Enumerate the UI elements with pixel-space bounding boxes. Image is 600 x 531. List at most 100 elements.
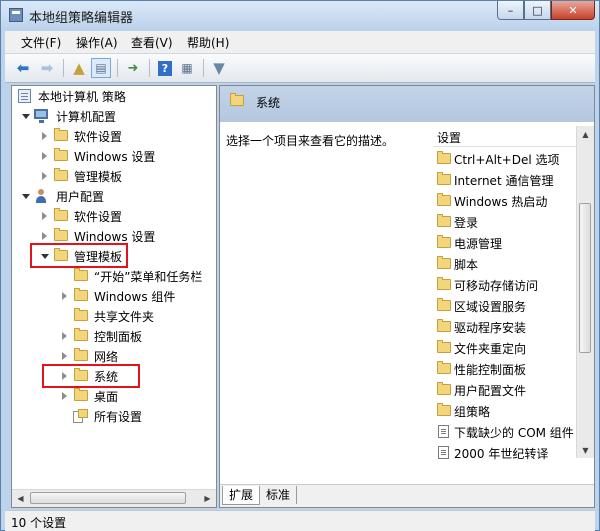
highlight-box-system	[42, 364, 140, 388]
all-settings-icon	[73, 409, 88, 423]
list-item[interactable]: 2000 年世纪转译	[433, 442, 579, 463]
policy-editor-icon	[9, 8, 23, 22]
list-item[interactable]: 驱动程序安装	[433, 316, 579, 337]
tree-item-control-panel[interactable]: 控制面板	[12, 326, 216, 346]
expand-arrow-icon[interactable]	[62, 392, 67, 400]
folder-icon	[74, 348, 88, 361]
expand-arrow-icon[interactable]	[42, 212, 47, 220]
scroll-thumb[interactable]	[30, 492, 186, 504]
column-header-settings[interactable]: 设置	[433, 126, 579, 147]
expand-arrow-icon[interactable]	[42, 152, 47, 160]
expand-arrow-icon[interactable]	[22, 114, 30, 119]
list-item[interactable]: 用户配置文件	[433, 379, 579, 400]
list-item-label: 驱动程序安装	[454, 321, 527, 335]
tree-item-all-settings[interactable]: 所有设置	[12, 406, 216, 426]
setting-document-icon	[438, 425, 449, 438]
list-item[interactable]: 登录	[433, 211, 579, 232]
scroll-left-icon[interactable]: ◀	[12, 490, 29, 506]
folder-icon	[437, 172, 451, 185]
close-button[interactable]: ✕	[551, 1, 595, 20]
scroll-right-icon[interactable]: ▶	[199, 490, 216, 506]
tree-item-windows-components[interactable]: Windows 组件	[12, 286, 216, 306]
tree-item-cc-software[interactable]: 软件设置	[12, 126, 202, 146]
list-item[interactable]: 可移动存储访问	[433, 274, 579, 295]
maximize-button[interactable]: □	[524, 1, 551, 20]
tree-item-computer-config[interactable]: 计算机配置	[12, 106, 202, 126]
expand-arrow-icon[interactable]	[62, 332, 67, 340]
list-item-label: 登录	[454, 216, 479, 230]
expand-arrow-icon[interactable]	[42, 172, 47, 180]
folder-icon	[54, 148, 68, 161]
tree-item-network[interactable]: 网络	[12, 346, 216, 366]
list-item[interactable]: 电源管理	[433, 232, 579, 253]
list-item[interactable]: 文件夹重定向	[433, 337, 579, 358]
menu-view[interactable]: 查看(V)	[131, 34, 173, 51]
help-icon[interactable]: ?	[155, 58, 175, 78]
list-item[interactable]: Ctrl+Alt+Del 选项	[433, 148, 579, 169]
tree-item-shared-folders[interactable]: 共享文件夹	[12, 306, 216, 326]
tree-item-desktop[interactable]: 桌面	[12, 386, 216, 406]
tree-label: 用户配置	[56, 190, 105, 204]
properties-icon[interactable]: ▦	[177, 58, 197, 78]
folder-icon	[74, 388, 88, 401]
expand-arrow-icon[interactable]	[42, 232, 47, 240]
menu-help[interactable]: 帮助(H)	[187, 34, 229, 51]
list-item[interactable]: 组策略	[433, 400, 579, 421]
list-item-label: 2000 年世纪转译	[454, 447, 549, 461]
show-hide-tree-icon[interactable]: ▤	[91, 58, 111, 78]
tree-horizontal-scrollbar[interactable]: ◀ ▶	[12, 489, 216, 507]
view-tabs: 扩展 标准	[220, 484, 594, 507]
up-folder-icon[interactable]: ▲	[69, 58, 89, 78]
expand-arrow-icon[interactable]	[22, 194, 30, 199]
list-item[interactable]: 下载缺少的 COM 组件	[433, 421, 579, 442]
menu-file[interactable]: 文件(F)	[21, 34, 61, 51]
list-item[interactable]: Internet 通信管理	[433, 169, 579, 190]
tree-item-cc-windows[interactable]: Windows 设置	[12, 146, 202, 166]
list-item[interactable]: 区域设置服务	[433, 295, 579, 316]
folder-icon	[437, 382, 451, 395]
tree-item-user-config[interactable]: 用户配置	[12, 186, 202, 206]
window-controls: – □ ✕	[497, 1, 595, 21]
scroll-up-icon[interactable]: ▲	[577, 126, 594, 142]
folder-icon	[437, 256, 451, 269]
list-item[interactable]: Windows 热启动	[433, 190, 579, 211]
export-list-icon[interactable]: ➜	[123, 58, 143, 78]
tree-label: 软件设置	[74, 130, 123, 144]
tab-extended[interactable]: 扩展	[222, 486, 261, 505]
highlight-box-admin-templates	[30, 243, 128, 268]
list-item-label: Windows 热启动	[454, 195, 548, 209]
tree-item-uc-software[interactable]: 软件设置	[12, 206, 202, 226]
folder-icon	[437, 193, 451, 206]
scroll-thumb[interactable]	[579, 203, 591, 353]
tree-item-cc-admin[interactable]: 管理模板	[12, 166, 202, 186]
settings-vertical-scrollbar[interactable]: ▲ ▼	[576, 126, 594, 458]
tree-label: 计算机配置	[56, 110, 117, 124]
minimize-button[interactable]: –	[497, 1, 524, 20]
list-item[interactable]: 性能控制面板	[433, 358, 579, 379]
filter-icon[interactable]: ▼	[209, 58, 229, 78]
menu-bar: 文件(F) 操作(A) 查看(V) 帮助(H)	[5, 31, 595, 53]
tree-label: 控制面板	[94, 330, 143, 344]
back-arrow-icon[interactable]: ⬅	[13, 58, 33, 78]
tree-item-start-menu[interactable]: “开始”菜单和任务栏	[12, 266, 216, 286]
folder-icon	[437, 403, 451, 416]
scroll-down-icon[interactable]: ▼	[577, 442, 594, 458]
forward-arrow-icon[interactable]: ➡	[37, 58, 57, 78]
tree-label: Windows 设置	[74, 150, 156, 164]
expand-arrow-icon[interactable]	[62, 292, 67, 300]
list-item[interactable]: 脚本	[433, 253, 579, 274]
menu-action[interactable]: 操作(A)	[76, 34, 118, 51]
list-item-label: 组策略	[454, 405, 491, 419]
title-bar[interactable]: 本地组策略编辑器 – □ ✕	[1, 1, 599, 29]
expand-arrow-icon[interactable]	[42, 132, 47, 140]
list-item-label: 用户配置文件	[454, 384, 527, 398]
tree-label: 软件设置	[74, 210, 123, 224]
list-item-label: 下载缺少的 COM 组件	[454, 426, 574, 440]
tab-standard[interactable]: 标准	[260, 486, 298, 504]
tree-item-root[interactable]: 本地计算机 策略	[16, 86, 196, 106]
folder-icon	[54, 228, 68, 241]
details-title: 系统	[256, 96, 281, 110]
expand-arrow-icon[interactable]	[62, 352, 67, 360]
folder-icon	[437, 340, 451, 353]
list-item-label: 脚本	[454, 258, 479, 272]
